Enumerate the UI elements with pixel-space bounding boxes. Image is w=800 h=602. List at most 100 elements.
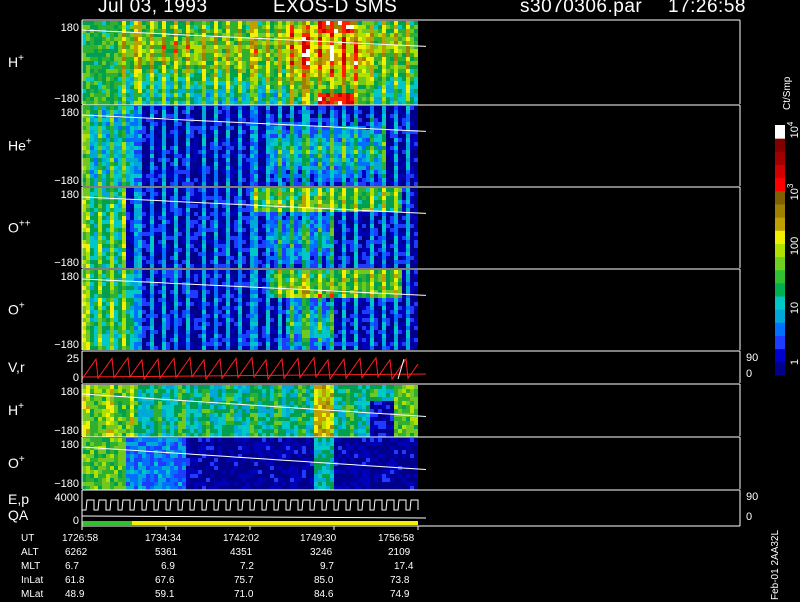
spectrogram-cell [294, 29, 298, 33]
spectrogram-cell [322, 114, 326, 118]
spectrogram-cell [266, 93, 270, 97]
spectrogram-cell [298, 21, 302, 25]
spectrogram-cell [234, 216, 238, 220]
spectrogram-cell [322, 21, 326, 25]
spectrogram-cell [362, 212, 366, 216]
spectrogram-cell [370, 61, 374, 65]
spectrogram-cell [298, 41, 302, 45]
spectrogram-cell [270, 228, 274, 232]
spectrogram-cell [294, 154, 298, 158]
spectrogram-cell [198, 114, 202, 118]
spectrogram-cell [382, 49, 386, 53]
spectrogram-cell [290, 236, 294, 240]
spectrogram-cell [118, 212, 122, 216]
spectrogram-cell [146, 114, 150, 118]
spectrogram-cell [306, 33, 310, 37]
spectrogram-cell [258, 93, 262, 97]
spectrogram-cell [294, 182, 298, 186]
spectrogram-cell [110, 236, 114, 240]
spectrogram-cell [214, 138, 218, 142]
spectrogram-cell [170, 61, 174, 65]
spectrogram-cell [106, 85, 110, 89]
spectrogram-cell [326, 216, 330, 220]
spectrogram-cell [306, 174, 310, 178]
spectrogram-cell [354, 204, 358, 208]
spectrogram-cell [282, 110, 286, 114]
spectrogram-cell [238, 49, 242, 53]
spectrogram-cell [358, 196, 362, 200]
spectrogram-cell [390, 196, 394, 200]
spectrogram-cell [318, 264, 322, 268]
spectrogram-cell [306, 200, 310, 204]
spectrogram-cell [214, 216, 218, 220]
spectrogram-cell [210, 89, 214, 93]
spectrogram-cell [282, 93, 286, 97]
spectrogram-cell [198, 97, 202, 101]
spectrogram-cell [106, 154, 110, 158]
spectrogram-cell [326, 69, 330, 73]
spectrogram-cell [258, 142, 262, 146]
spectrogram-cell [242, 126, 246, 130]
spectrogram-cell [194, 21, 198, 25]
spectrogram-cell [142, 81, 146, 85]
spectrogram-cell [358, 138, 362, 142]
spectrogram-cell [386, 196, 390, 200]
spectrogram-cell [346, 69, 350, 73]
spectrogram-cell [134, 232, 138, 236]
spectrogram-cell [142, 162, 146, 166]
spectrogram-cell [382, 188, 386, 192]
spectrogram-cell [94, 53, 98, 57]
spectrogram-cell [182, 216, 186, 220]
spectrogram-cell [274, 248, 278, 252]
spectrogram-cell [354, 21, 358, 25]
spectrogram-cell [142, 264, 146, 268]
spectrogram-cell [186, 192, 190, 196]
spectrogram-cell [130, 200, 134, 204]
spectrogram-cell [266, 138, 270, 142]
spectrogram-cell [218, 122, 222, 126]
spectrogram-cell [166, 212, 170, 216]
spectrogram-cell [354, 248, 358, 252]
spectrogram-cell [158, 204, 162, 208]
spectrogram-cell [286, 33, 290, 37]
spectrogram-cell [110, 166, 114, 170]
spectrogram-cell [214, 65, 218, 69]
spectrogram-cell [270, 158, 274, 162]
spectrogram-cell [190, 170, 194, 174]
spectrogram-cell [222, 162, 226, 166]
spectrogram-cell [342, 73, 346, 77]
spectrogram-cell [86, 208, 90, 212]
spectrogram-cell [370, 93, 374, 97]
spectrogram-cell [354, 45, 358, 49]
spectrogram-cell [98, 208, 102, 212]
spectrogram-cell [286, 106, 290, 110]
spectrogram-cell [178, 208, 182, 212]
spectrogram-cell [262, 182, 266, 186]
spectrogram-cell [210, 236, 214, 240]
spectrogram-cell [142, 236, 146, 240]
spectrogram-cell [286, 256, 290, 260]
spectrogram-cell [362, 138, 366, 142]
spectrogram-cell [358, 220, 362, 224]
spectrogram-cell [382, 146, 386, 150]
spectrogram-cell [354, 61, 358, 65]
spectrogram-cell [394, 106, 398, 110]
spectrogram-cell [118, 85, 122, 89]
spectrogram-cell [222, 158, 226, 162]
spectrogram-cell [114, 106, 118, 110]
spectrogram-cell [250, 158, 254, 162]
spectrogram-cell [294, 45, 298, 49]
spectrogram-cell [130, 224, 134, 228]
spectrogram-cell [218, 196, 222, 200]
spectrogram-cell [342, 220, 346, 224]
spectrogram-cell [310, 188, 314, 192]
spectrogram-cell [262, 216, 266, 220]
spectrogram-cell [274, 170, 278, 174]
spectrogram-cell [142, 85, 146, 89]
spectrogram-cell [330, 57, 334, 61]
spectrogram-cell [94, 170, 98, 174]
spectrogram-cell [334, 248, 338, 252]
spectrogram-cell [146, 21, 150, 25]
spectrogram-cell [382, 37, 386, 41]
spectrogram-cell [270, 220, 274, 224]
